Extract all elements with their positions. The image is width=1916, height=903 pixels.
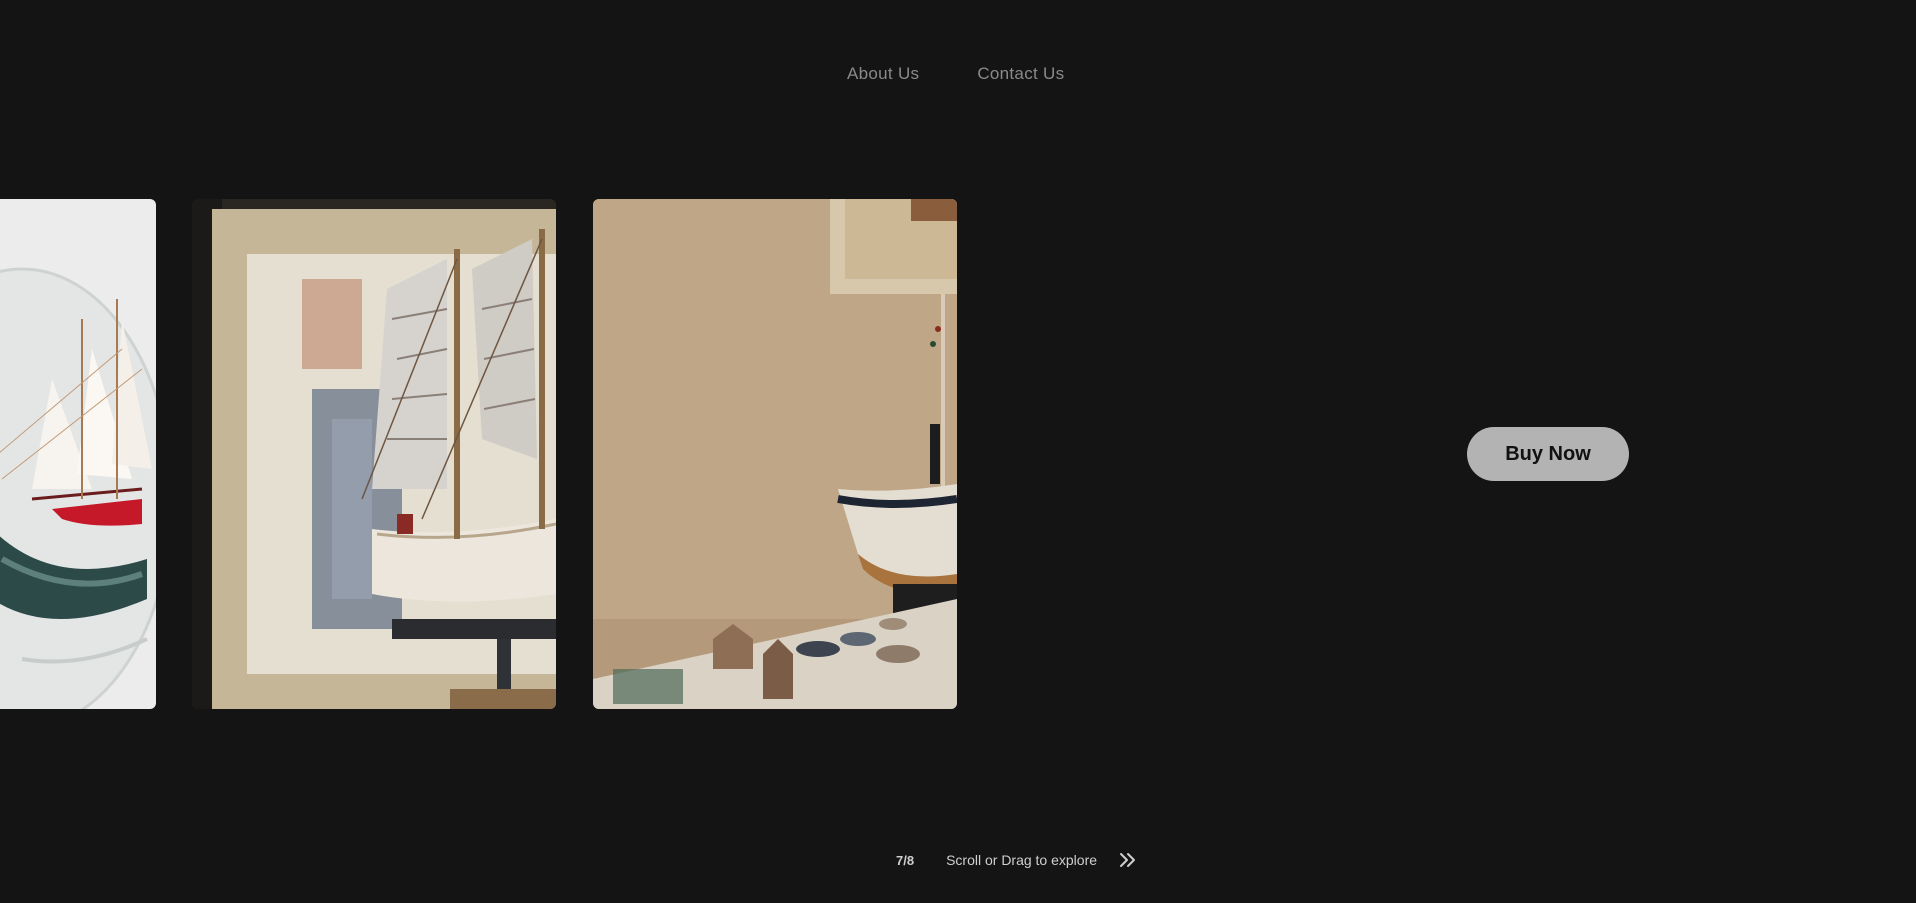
gallery-card-model-ship[interactable] [192,199,556,709]
model-boat-on-shelf-image [593,199,957,709]
ship-in-bottle-image [0,199,156,709]
gallery-card-ship-in-bottle[interactable] [0,199,156,709]
gallery-footer: 7/8 Scroll or Drag to explore [896,852,1137,868]
nav-about-us-link[interactable]: About Us [847,64,919,84]
top-nav: About Us Contact Us [847,64,1064,84]
double-chevron-right-icon[interactable] [1119,852,1137,868]
model-sailing-ship-image [192,199,556,709]
page: About Us Contact Us Buy Now 7/8 Scroll o… [0,0,1916,903]
nav-contact-us-link[interactable]: Contact Us [977,64,1064,84]
slide-counter: 7/8 [896,852,915,868]
scroll-hint-text: Scroll or Drag to explore [946,852,1098,868]
gallery-card-boat-shelf[interactable] [593,199,957,709]
buy-now-button[interactable]: Buy Now [1467,427,1629,481]
